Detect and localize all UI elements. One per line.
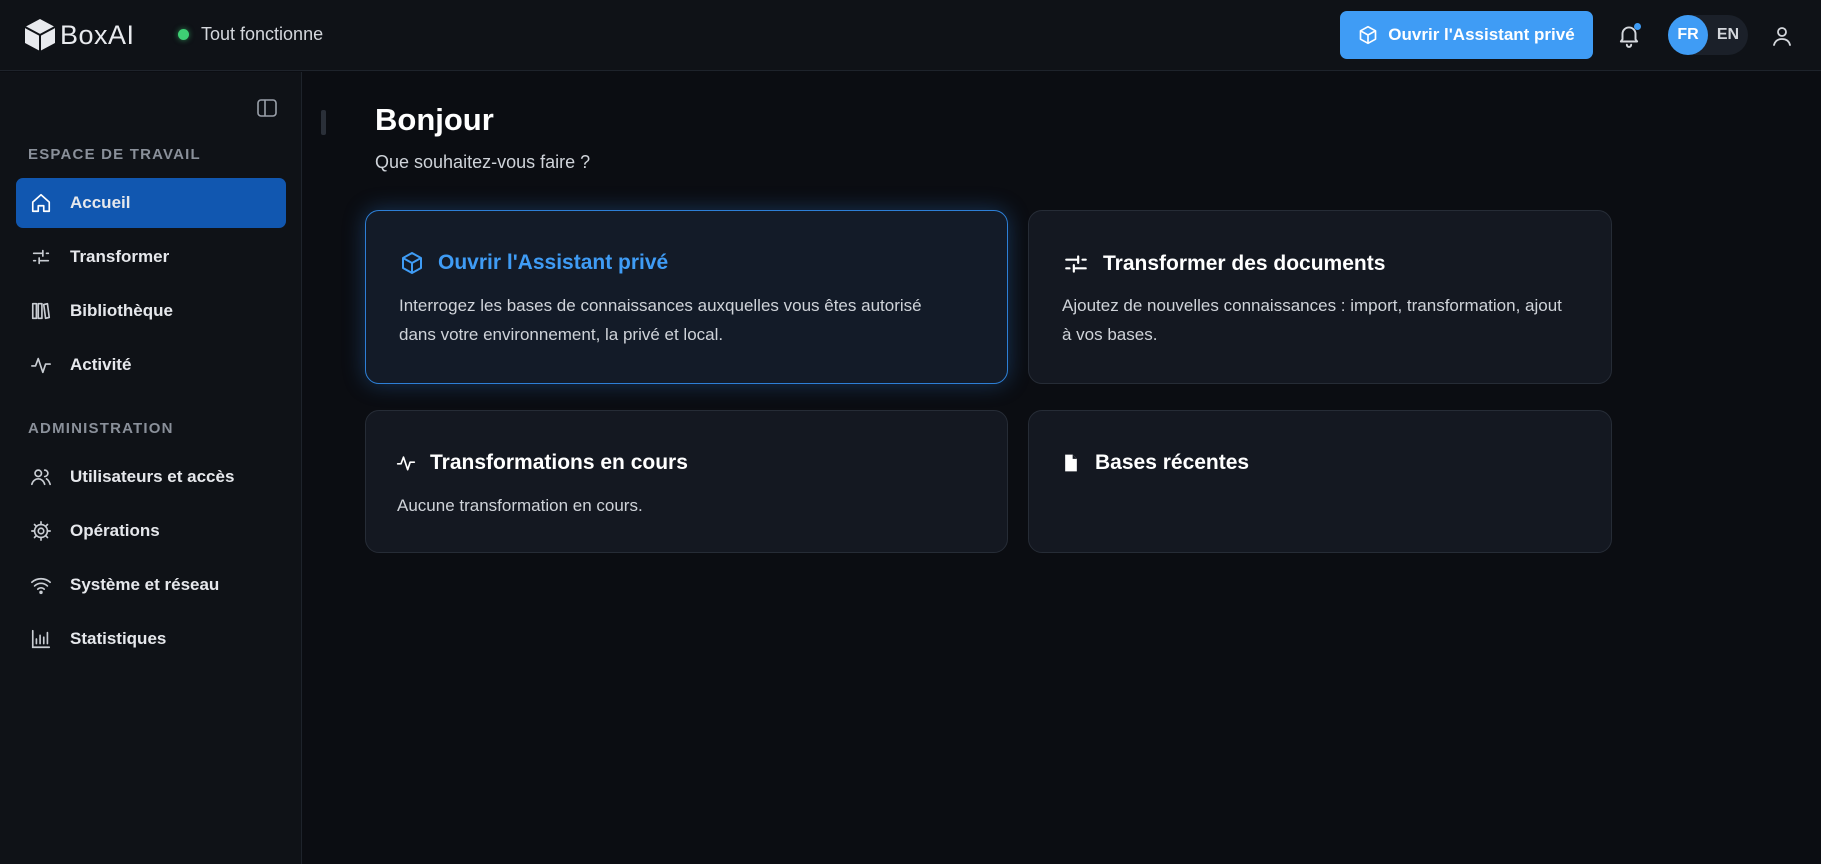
sidebar-item-label: Activité: [70, 355, 132, 374]
card-title: Ouvrir l'Assistant privé: [438, 251, 669, 274]
status-dot-icon: [178, 29, 189, 40]
card-title: Transformer des documents: [1103, 252, 1386, 275]
user-icon[interactable]: [1770, 24, 1794, 48]
sidebar-item-activite[interactable]: Activité: [16, 340, 286, 390]
card-description: Interrogez les bases de connaissances au…: [399, 291, 922, 349]
card-description-line: Ajoutez de nouvelles connaissances : imp…: [1062, 296, 1562, 315]
sidebar-item-transformer[interactable]: Transformer: [16, 232, 286, 282]
document-icon: [1065, 454, 1077, 472]
sidebar-item-statistiques[interactable]: Statistiques: [16, 614, 286, 664]
card-description-line: dans votre environnement, la privé et lo…: [399, 325, 724, 344]
open-assistant-label: Ouvrir l'Assistant privé: [1388, 25, 1575, 44]
activity-icon: [396, 456, 416, 471]
sidebar: ESPACE DE TRAVAIL Accueil Transformer Bi…: [0, 72, 302, 864]
gear-icon: [30, 520, 52, 542]
wifi-icon: [30, 574, 52, 596]
home-icon: [30, 192, 52, 214]
notification-dot: [1634, 23, 1641, 30]
card-description-line: Interrogez les bases de connaissances au…: [399, 296, 922, 315]
section-label-administration: ADMINISTRATION: [28, 420, 174, 437]
card-transformations-in-progress[interactable]: Transformations en cours Aucune transfor…: [365, 410, 1008, 553]
bar-chart-icon: [30, 628, 52, 650]
sidebar-item-label: Système et réseau: [70, 575, 220, 594]
sidebar-item-label: Opérations: [70, 521, 160, 540]
card-header: Transformer des documents: [1063, 251, 1385, 277]
card-open-assistant[interactable]: Ouvrir l'Assistant privé Interrogez les …: [365, 210, 1008, 384]
page-title: Bonjour: [375, 102, 494, 137]
system-status: Tout fonctionne: [178, 24, 323, 45]
sidebar-item-systeme[interactable]: Système et réseau: [16, 560, 286, 610]
card-header: Transformations en cours: [396, 451, 688, 475]
card-title: Bases récentes: [1095, 451, 1250, 474]
users-icon: [30, 466, 52, 488]
sidebar-item-accueil[interactable]: Accueil: [16, 178, 286, 228]
sidebar-item-label: Utilisateurs et accès: [70, 467, 235, 486]
cube-icon: [1359, 25, 1377, 45]
sidebar-item-label: Bibliothèque: [70, 301, 173, 320]
page-subtitle: Que souhaitez-vous faire ?: [375, 152, 591, 172]
sidebar-toggle-icon[interactable]: [255, 96, 279, 120]
logo[interactable]: BoxAI: [24, 17, 135, 53]
sidebar-item-bibliotheque[interactable]: Bibliothèque: [16, 286, 286, 336]
card-transform-documents[interactable]: Transformer des documents Ajoutez de nou…: [1028, 210, 1612, 384]
section-label-workspace: ESPACE DE TRAVAIL: [28, 146, 201, 163]
card-title: Transformations en cours: [430, 451, 688, 474]
lang-fr-option[interactable]: FR: [1668, 15, 1708, 55]
sidebar-item-label: Statistiques: [70, 629, 167, 648]
library-icon: [30, 300, 52, 322]
sliders-icon: [1065, 255, 1087, 273]
resize-handle[interactable]: [321, 110, 326, 135]
lang-en-option[interactable]: EN: [1708, 26, 1748, 44]
card-header: Bases récentes: [1061, 451, 1249, 475]
top-bar: BoxAI Tout fonctionne Ouvrir l'Assistant…: [0, 0, 1821, 71]
cube-icon: [402, 252, 422, 274]
card-description: Aucune transformation en cours.: [397, 496, 643, 515]
language-switch[interactable]: FR EN: [1668, 15, 1748, 55]
sliders-icon: [30, 246, 52, 268]
card-description-line: à vos bases.: [1062, 325, 1158, 344]
status-text: Tout fonctionne: [201, 24, 324, 44]
box-logo-icon: [24, 19, 56, 51]
activity-icon: [30, 354, 52, 376]
sidebar-item-label: Accueil: [70, 193, 131, 212]
logo-text: BoxAI: [60, 19, 135, 50]
sidebar-item-label: Transformer: [70, 247, 170, 266]
card-description: Ajoutez de nouvelles connaissances : imp…: [1062, 291, 1562, 349]
sidebar-item-operations[interactable]: Opérations: [16, 506, 286, 556]
card-header: Ouvrir l'Assistant privé: [400, 251, 668, 275]
sidebar-item-utilisateurs[interactable]: Utilisateurs et accès: [16, 452, 286, 502]
open-assistant-button[interactable]: Ouvrir l'Assistant privé: [1340, 11, 1593, 59]
card-recent-bases[interactable]: Bases récentes: [1028, 410, 1612, 553]
